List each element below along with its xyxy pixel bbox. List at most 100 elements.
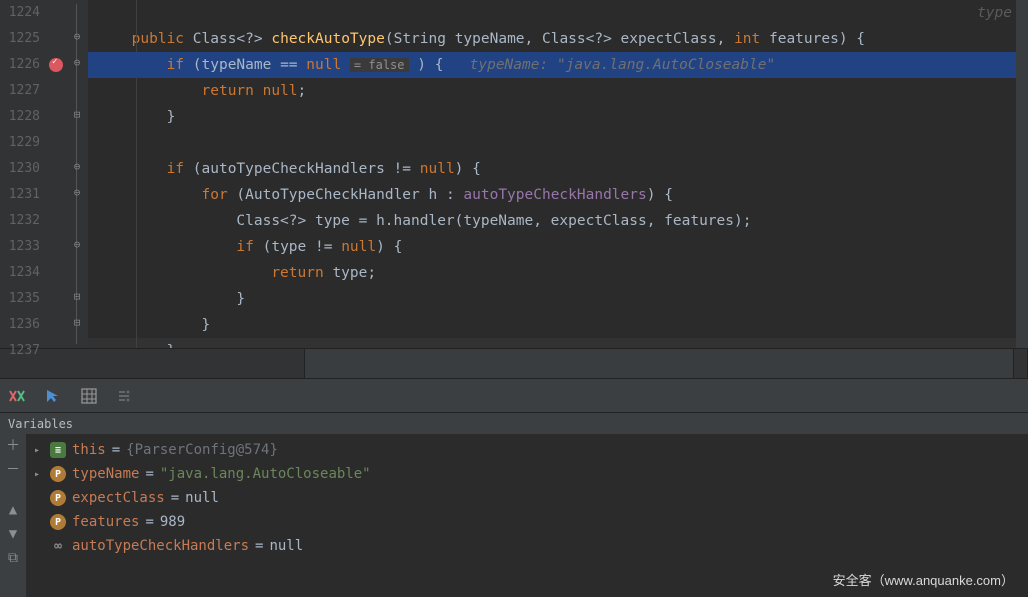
code-text: ) {	[455, 161, 481, 177]
brace: }	[202, 317, 211, 333]
remove-watch-button[interactable]: －	[5, 462, 21, 478]
scrollbar-thumb[interactable]	[305, 349, 1014, 378]
code-line[interactable]: }	[88, 338, 1016, 348]
keyword: int	[734, 31, 760, 47]
variable-row[interactable]: P features = 989	[26, 510, 1028, 534]
equals: =	[145, 514, 153, 530]
variable-value: {ParserConfig@574}	[126, 442, 278, 458]
expand-arrow-icon[interactable]: ▸	[34, 469, 44, 480]
signature: (String typeName, Class<?> expectClass,	[385, 31, 734, 47]
code-area[interactable]: public Class<?> checkAutoType(String typ…	[88, 0, 1016, 348]
fold-marker-icon[interactable]: ⊟	[70, 108, 84, 121]
variable-name: expectClass	[72, 490, 165, 506]
copy-button[interactable]: ⧉	[5, 550, 21, 566]
move-up-button[interactable]: ▲	[5, 502, 21, 518]
variable-row[interactable]: ▸ P typeName = "java.lang.AutoCloseable"	[26, 462, 1028, 486]
variable-name: typeName	[72, 466, 139, 482]
variable-name: autoTypeCheckHandlers	[72, 538, 249, 554]
line-number: 1227	[0, 78, 46, 104]
line-number: 1237	[0, 338, 46, 364]
brace: }	[167, 343, 176, 348]
debug-toolbar	[0, 378, 1028, 412]
code-text: (typeName ==	[184, 57, 306, 73]
cursor-icon[interactable]	[42, 385, 64, 407]
line-number: 1225	[0, 26, 46, 52]
variable-value: "java.lang.AutoCloseable"	[160, 466, 371, 482]
fold-marker-icon[interactable]: ⊖	[70, 186, 84, 199]
null-literal: null	[254, 83, 298, 99]
fold-marker-icon[interactable]: ⊟	[70, 290, 84, 303]
line-number: 1229	[0, 130, 46, 156]
line-number: 1234	[0, 260, 46, 286]
code-text: (autoTypeCheckHandlers !=	[184, 161, 420, 177]
fold-gutter[interactable]: ⊖ ⊖ ⊟ ⊖ ⊖ ⊖ ⊟ ⊟	[66, 0, 88, 348]
code-line[interactable]: return type;	[88, 260, 1016, 286]
breakpoint-icon[interactable]: ✓	[49, 58, 63, 72]
keyword: return	[271, 265, 323, 281]
variable-row[interactable]: ▸ ≡ this = {ParserConfig@574}	[26, 438, 1028, 462]
field-ref: autoTypeCheckHandlers	[463, 187, 646, 203]
diff-icon[interactable]	[6, 385, 28, 407]
object-icon: ≡	[50, 442, 66, 458]
variables-toolbar: ＋ － ▲ ▼ ⧉	[0, 434, 26, 597]
type: Class<?>	[193, 31, 263, 47]
keyword: public	[132, 31, 184, 47]
code-line[interactable]: public Class<?> checkAutoType(String typ…	[88, 26, 1016, 52]
breakpoint-gutter[interactable]: ✓	[46, 0, 66, 348]
watermark-text: 安全客（www.anquanke.com）	[833, 570, 1014, 589]
line-number: 1226	[0, 52, 46, 78]
inline-evaluation: = false	[350, 58, 409, 72]
table-icon[interactable]	[78, 385, 100, 407]
editor-area: 1224 1225 1226 1227 1228 1229 1230 1231 …	[0, 0, 1028, 348]
variable-row[interactable]: P expectClass = null	[26, 486, 1028, 510]
param-icon: P	[50, 466, 66, 482]
fold-marker-icon[interactable]: ⊖	[70, 160, 84, 173]
code-line[interactable]: }	[88, 104, 1016, 130]
brace: }	[236, 291, 245, 307]
param-hint: type	[977, 0, 1012, 26]
line-number: 1232	[0, 208, 46, 234]
keyword: if	[167, 57, 184, 73]
code-text: ) {	[417, 57, 443, 73]
keyword: if	[167, 161, 184, 177]
fold-marker-icon[interactable]: ⊟	[70, 316, 84, 329]
vertical-scrollbar[interactable]	[1016, 0, 1028, 348]
expand-arrow-icon[interactable]: ▸	[34, 445, 44, 456]
code-line[interactable]: if (type != null) {	[88, 234, 1016, 260]
scrollbar-segment	[1014, 349, 1028, 378]
code-line[interactable]	[88, 0, 1016, 26]
param-icon: P	[50, 490, 66, 506]
fold-marker-icon[interactable]: ⊖	[70, 30, 84, 43]
code-text: (type !=	[254, 239, 341, 255]
semicolon: ;	[298, 83, 307, 99]
variable-row[interactable]: ∞ autoTypeCheckHandlers = null	[26, 534, 1028, 558]
code-line[interactable]: Class<?> type = h.handler(typeName, expe…	[88, 208, 1016, 234]
settings-icon[interactable]	[114, 385, 136, 407]
line-number: 1236	[0, 312, 46, 338]
variable-value: null	[269, 538, 303, 554]
code-line[interactable]: }	[88, 286, 1016, 312]
brace: }	[167, 109, 176, 125]
variable-value: 989	[160, 514, 185, 530]
variables-panel: ＋ － ▲ ▼ ⧉ ▸ ≡ this = {ParserConfig@574} …	[0, 434, 1028, 597]
code-text: ) {	[647, 187, 673, 203]
code-line[interactable]: }	[88, 312, 1016, 338]
inline-hint: typeName: "java.lang.AutoCloseable"	[470, 57, 776, 73]
code-text: (AutoTypeCheckHandler h :	[228, 187, 464, 203]
code-line[interactable]	[88, 130, 1016, 156]
line-number: 1233	[0, 234, 46, 260]
variables-title: Variables	[8, 417, 73, 431]
horizontal-scrollbar-area[interactable]	[0, 348, 1028, 378]
equals: =	[171, 490, 179, 506]
code-line[interactable]: if (autoTypeCheckHandlers != null) {	[88, 156, 1016, 182]
move-down-button[interactable]: ▼	[5, 526, 21, 542]
code-line[interactable]: return null;	[88, 78, 1016, 104]
link-icon: ∞	[50, 538, 66, 554]
fold-marker-icon[interactable]: ⊖	[70, 238, 84, 251]
add-watch-button[interactable]: ＋	[5, 438, 21, 454]
variables-panel-header: Variables	[0, 412, 1028, 434]
code-line[interactable]: for (AutoTypeCheckHandler h : autoTypeCh…	[88, 182, 1016, 208]
current-line[interactable]: if (typeName == null = false ) { typeNam…	[88, 52, 1016, 78]
fold-marker-icon[interactable]: ⊖	[70, 56, 84, 69]
code-text: ) {	[376, 239, 402, 255]
